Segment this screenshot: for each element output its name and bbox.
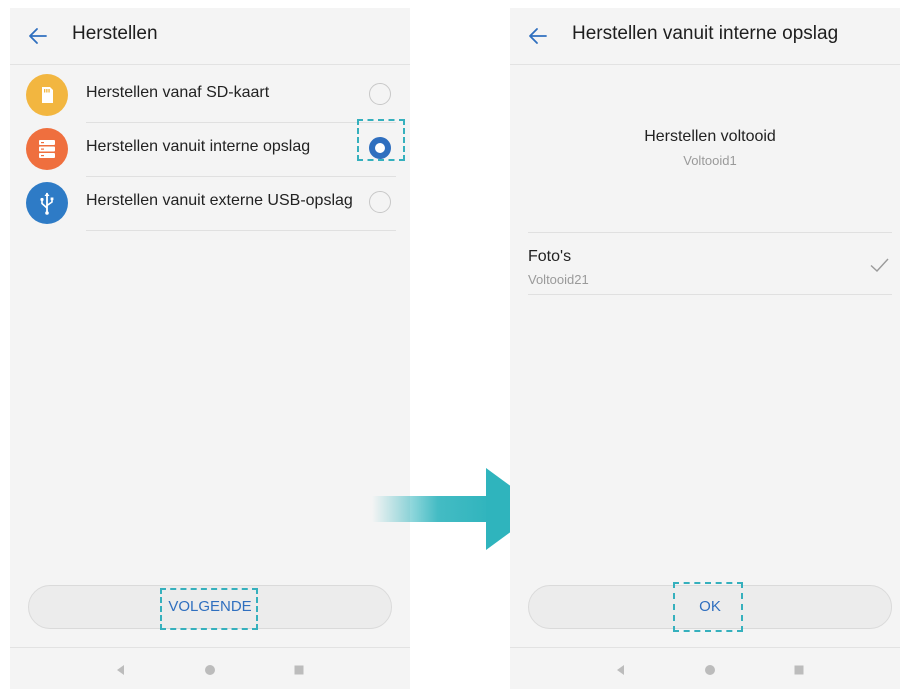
checkmark-icon bbox=[870, 258, 889, 272]
highlight-box bbox=[357, 119, 405, 161]
nav-recents-icon[interactable] bbox=[789, 660, 809, 680]
nav-back-icon[interactable] bbox=[111, 660, 131, 680]
radio-button[interactable] bbox=[369, 83, 391, 105]
restore-option-internal-storage[interactable]: Herstellen vanuit interne opslag bbox=[10, 122, 410, 176]
page-title: Herstellen bbox=[72, 23, 158, 44]
restore-complete-screen: Herstellen vanuit interne opslag Herstel… bbox=[510, 8, 900, 689]
app-bar: Herstellen bbox=[10, 8, 410, 65]
nav-recents-icon[interactable] bbox=[289, 660, 309, 680]
app-bar: Herstellen vanuit interne opslag bbox=[510, 8, 900, 65]
restore-option-usb-storage[interactable]: Herstellen vanuit externe USB-opslag bbox=[10, 176, 410, 230]
restored-item-subtitle: Voltooid21 bbox=[528, 272, 589, 287]
navigation-bar bbox=[10, 647, 410, 689]
option-label: Herstellen vanuit externe USB-opslag bbox=[86, 192, 353, 209]
highlight-box bbox=[160, 588, 258, 630]
option-label: Herstellen vanaf SD-kaart bbox=[86, 84, 270, 101]
highlight-box bbox=[673, 582, 743, 632]
status-subtitle: Voltooid1 bbox=[683, 153, 737, 168]
back-arrow-icon[interactable] bbox=[26, 24, 50, 48]
page-title: Herstellen vanuit interne opslag bbox=[572, 23, 839, 44]
storage-icon bbox=[26, 128, 68, 170]
option-label: Herstellen vanuit interne opslag bbox=[86, 138, 311, 155]
nav-back-icon[interactable] bbox=[611, 660, 631, 680]
usb-icon bbox=[26, 182, 68, 224]
nav-home-icon[interactable] bbox=[200, 660, 220, 680]
back-arrow-icon[interactable] bbox=[526, 24, 550, 48]
status-title: Herstellen voltooid bbox=[644, 128, 776, 145]
radio-button[interactable] bbox=[369, 191, 391, 213]
divider bbox=[528, 232, 892, 233]
backup-restore-screen: Herstellen Herstellen vanaf SD-kaart Her… bbox=[10, 8, 410, 689]
navigation-bar bbox=[510, 647, 900, 689]
divider bbox=[86, 230, 396, 231]
restore-option-sd-card[interactable]: Herstellen vanaf SD-kaart bbox=[10, 68, 410, 122]
restored-item-title: Foto's bbox=[528, 248, 572, 265]
nav-home-icon[interactable] bbox=[700, 660, 720, 680]
sd-card-icon bbox=[26, 74, 68, 116]
divider bbox=[528, 294, 892, 295]
